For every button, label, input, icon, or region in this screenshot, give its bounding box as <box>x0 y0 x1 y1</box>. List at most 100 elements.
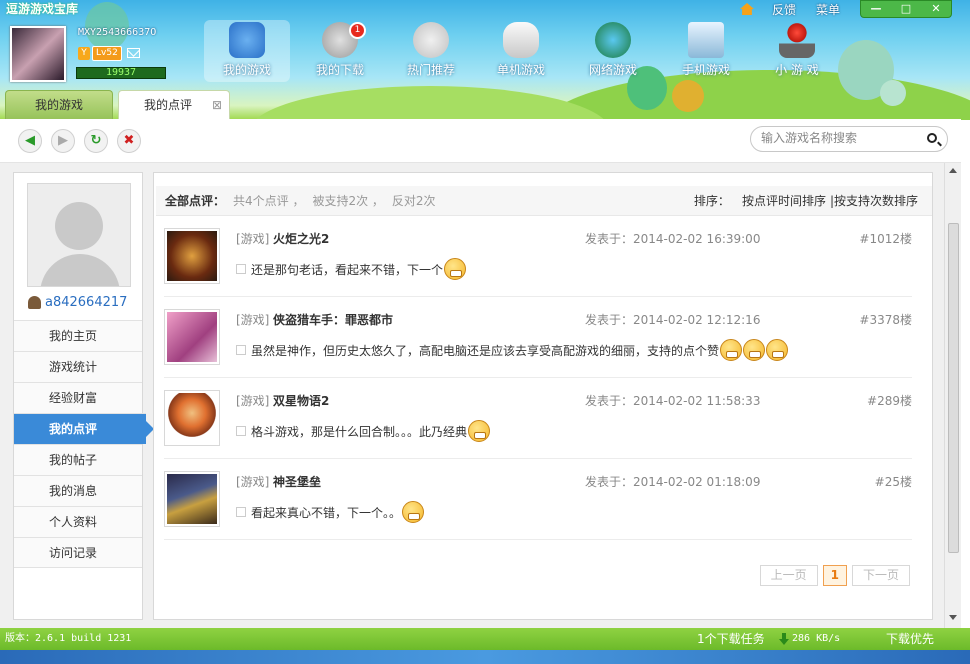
review-date: 发表于：2014-02-02 12:12:16 <box>585 313 761 327</box>
nav-hot-recommend[interactable]: 热门推荐 <box>388 20 474 82</box>
sidebar-item-visit-log[interactable]: 访问记录 <box>14 537 142 568</box>
review-floor: #1012楼 <box>859 232 912 246</box>
refresh-button[interactable]: ↻ <box>84 129 108 153</box>
menu-link[interactable]: 菜单 <box>816 1 840 18</box>
game-thumbnail[interactable] <box>164 471 220 527</box>
review-text: 还是那句老话，看起来不错，下一个 <box>251 262 444 277</box>
nav-single-games[interactable]: 单机游戏 <box>478 20 564 82</box>
stop-button[interactable]: ✖ <box>117 129 141 153</box>
review-date: 发表于：2014-02-02 16:39:00 <box>585 232 761 246</box>
status-bar: 版本：2.6.1 build 1231 1个下载任务 286 KB/s 下载优先 <box>0 628 970 650</box>
app-title: 逗游游戏宝库 <box>6 2 79 16</box>
grin-emoji-icon <box>743 339 766 361</box>
review-text: 看起来真心不错，下一个。。 <box>251 505 402 520</box>
monitor-icon <box>688 22 724 58</box>
feedback-link[interactable]: 反馈 <box>772 1 796 18</box>
tab-my-reviews[interactable]: 我的点评 ⊠ <box>118 90 230 119</box>
nav-online-games[interactable]: 网络游戏 <box>570 20 656 82</box>
checkbox-icon <box>236 345 246 355</box>
current-page[interactable]: 1 <box>822 565 847 586</box>
pagination: 上一页 1 下一页 <box>759 565 910 586</box>
review-body: 虽然是神作，但历史太悠久了，高配电脑还是应该去享受高配游戏的细丽，支持的点个赞 <box>236 339 789 361</box>
nav-label: 网络游戏 <box>588 63 637 77</box>
checkbox-icon <box>236 264 246 274</box>
review-date: 发表于：2014-02-02 01:18:09 <box>585 475 761 489</box>
user-avatar[interactable] <box>10 26 66 82</box>
review-item: [游戏] 火炬之光2 发表于：2014-02-02 16:39:00 #1012… <box>164 216 912 297</box>
download-speed: 286 KB/s <box>779 628 840 650</box>
profile-picture[interactable] <box>27 183 131 287</box>
download-priority-button[interactable]: 下载优先 <box>886 628 934 650</box>
game-thumbnail[interactable] <box>164 228 220 284</box>
username[interactable]: a842664217 <box>45 295 127 310</box>
sort-by-support-link[interactable]: |按支持次数排序 <box>830 194 918 208</box>
tree-decoration <box>672 80 704 112</box>
tree-decoration <box>880 80 906 106</box>
user-id: MXY254366637O <box>78 27 157 38</box>
disc-plus-icon <box>413 22 449 58</box>
sidebar-item-my-messages[interactable]: 我的消息 <box>14 475 142 506</box>
download-tasks-link[interactable]: 1个下载任务 <box>697 628 765 650</box>
gamepad-icon <box>503 22 539 58</box>
version-text: 版本：2.6.1 build 1231 <box>5 633 132 644</box>
left-sidebar: a842664217 我的主页 游戏统计 经验财富 我的点评 我的帖子 我的消息… <box>13 172 154 620</box>
review-body: 格斗游戏，那是什么回合制。。。此乃经典 <box>236 420 491 442</box>
toolbar: ◀ ▶ ↻ ✖ <box>0 119 961 163</box>
tab-my-games[interactable]: 我的游戏 <box>5 90 113 119</box>
nav-mobile-games[interactable]: 手机游戏 <box>663 20 749 82</box>
gamepad-user-icon <box>229 22 265 58</box>
forward-button[interactable]: ▶ <box>51 129 75 153</box>
game-title-link[interactable]: 火炬之光2 <box>273 230 329 247</box>
prev-page-button[interactable]: 上一页 <box>759 565 818 586</box>
review-stats: 全部点评： 共4个点评 ， 被支持2次 ， 反对2次 <box>165 186 436 216</box>
sidebar-item-game-stats[interactable]: 游戏统计 <box>14 351 142 382</box>
sort-by-time-link[interactable]: 按点评时间排序 <box>742 194 826 208</box>
exp-bar: 19937 <box>76 67 166 79</box>
sidebar-item-exp-wealth[interactable]: 经验财富 <box>14 382 142 413</box>
sidebar-item-my-reviews[interactable]: 我的点评 <box>14 413 154 444</box>
os-taskbar <box>0 650 970 664</box>
search-icon[interactable] <box>927 133 937 143</box>
scrollbar[interactable] <box>944 163 961 628</box>
sidebar-item-profile[interactable]: 个人资料 <box>14 506 142 537</box>
summary-label: 全部点评： <box>165 194 226 208</box>
speed-value: 286 KB/s <box>792 633 841 644</box>
game-thumbnail[interactable] <box>164 390 220 446</box>
minimize-button[interactable]: — <box>861 1 891 18</box>
maximize-button[interactable]: □ <box>891 1 921 18</box>
nav-mini-games[interactable]: 小 游 戏 <box>754 20 840 82</box>
tree-decoration <box>85 2 129 50</box>
sidebar-item-home[interactable]: 我的主页 <box>14 320 142 351</box>
tab-close-icon[interactable]: ⊠ <box>212 91 222 119</box>
back-button[interactable]: ◀ <box>18 129 42 153</box>
download-arrow-icon <box>779 633 789 645</box>
checkbox-icon <box>236 507 246 517</box>
grin-emoji-icon <box>468 420 491 442</box>
review-type: [游戏] <box>236 232 270 246</box>
review-text: 虽然是神作，但历史太悠久了，高配电脑还是应该去享受高配游戏的细丽，支持的点个赞 <box>251 343 720 358</box>
scroll-up-icon[interactable] <box>949 168 957 173</box>
search-input[interactable] <box>761 131 921 145</box>
search-box <box>750 126 948 152</box>
nav-label: 我的下载 <box>315 63 364 77</box>
game-title-link[interactable]: 侠盗猎车手：罪恶都市 <box>273 311 393 328</box>
game-title-link[interactable]: 神圣堡垒 <box>273 473 321 490</box>
scroll-down-icon[interactable] <box>949 615 957 620</box>
grin-emoji-icon <box>402 501 425 523</box>
review-floor: #25楼 <box>874 475 912 489</box>
scrollbar-thumb[interactable] <box>948 223 959 553</box>
opposed-count: 反对2次 <box>391 194 436 208</box>
nav-label: 手机游戏 <box>681 63 730 77</box>
game-thumbnail[interactable] <box>164 309 220 365</box>
sidebar-item-my-posts[interactable]: 我的帖子 <box>14 444 142 475</box>
mail-icon[interactable] <box>126 48 140 58</box>
game-title-link[interactable]: 双星物语2 <box>273 392 329 409</box>
home-icon[interactable] <box>739 3 754 15</box>
checkbox-icon <box>236 426 246 436</box>
nav-my-downloads[interactable]: 1 我的下载 <box>297 20 383 82</box>
username-row: a842664217 <box>28 295 127 310</box>
next-page-button[interactable]: 下一页 <box>851 565 910 586</box>
close-button[interactable]: ✕ <box>921 1 951 18</box>
nav-my-games[interactable]: 我的游戏 <box>204 20 290 82</box>
notification-badge: 1 <box>349 22 366 39</box>
